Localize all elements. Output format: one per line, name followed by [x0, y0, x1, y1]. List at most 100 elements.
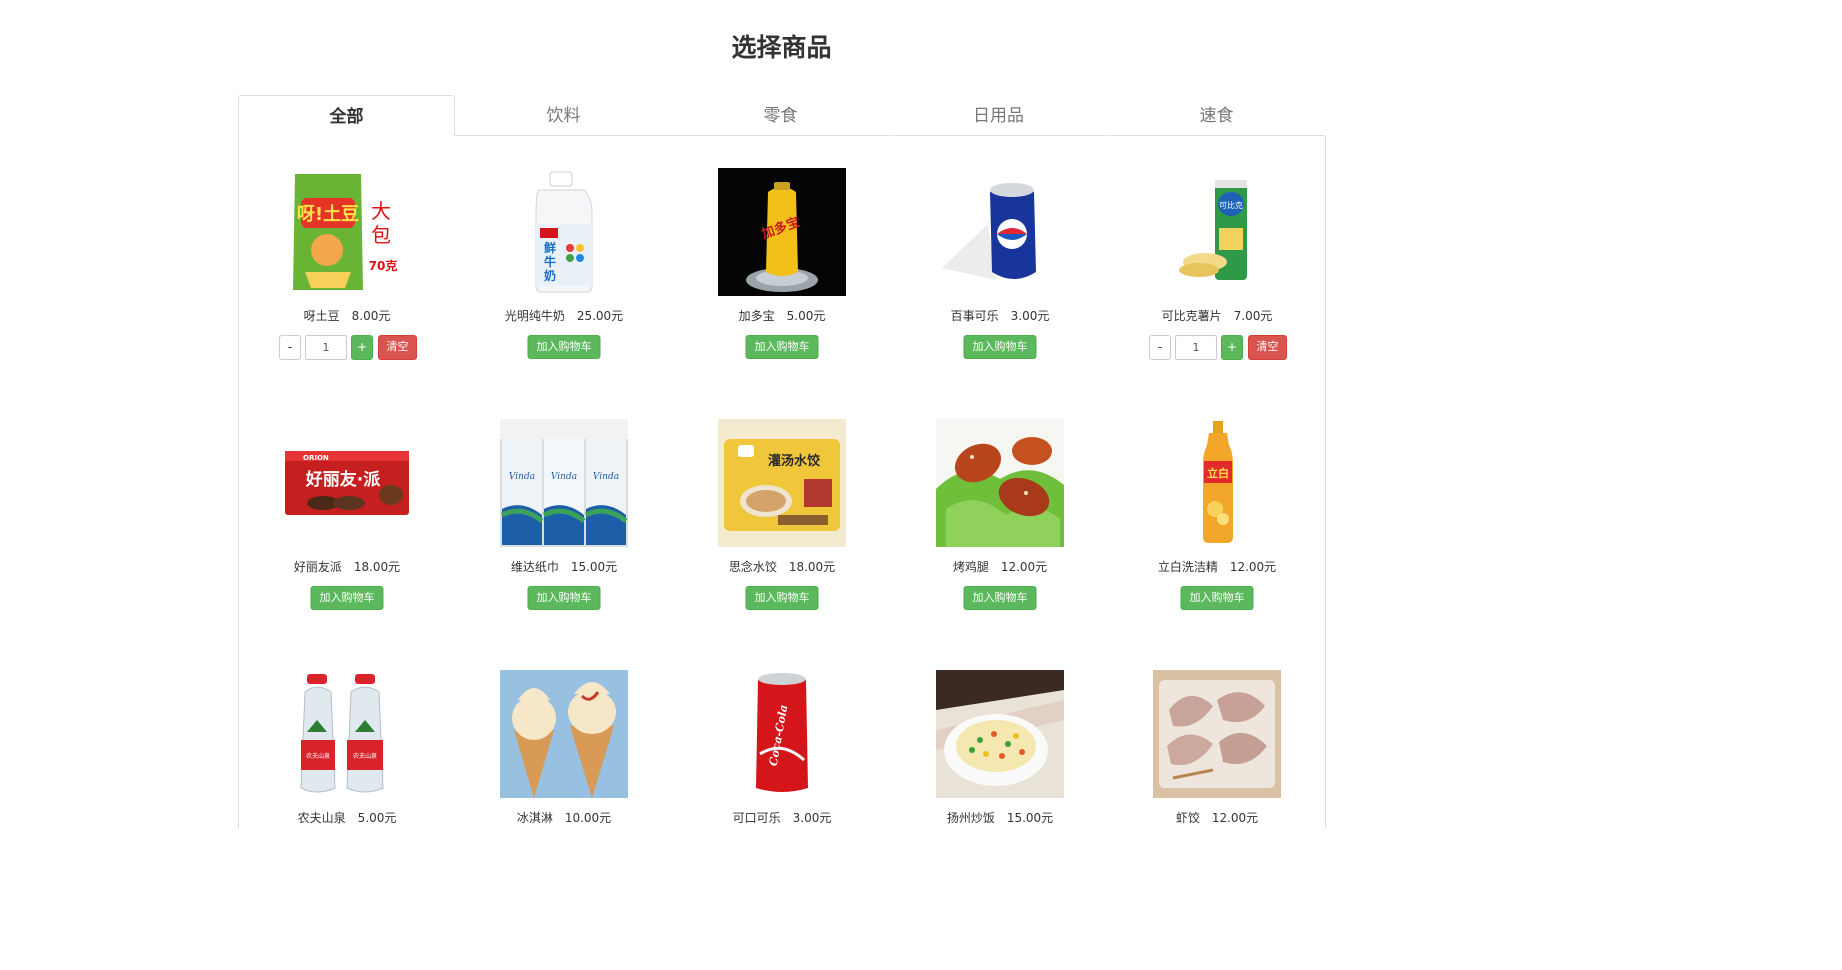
product-image-snack-bag[interactable]: 呀!土豆 大 包 70克 [283, 168, 411, 296]
add-to-cart-button[interactable]: 加入购物车 [745, 586, 819, 610]
add-to-cart-button[interactable]: 加入购物车 [963, 586, 1037, 610]
tab-all[interactable]: 全部 [238, 95, 455, 136]
product-name: 立白洗洁精 [1157, 560, 1218, 574]
product-price: 18.00元 [788, 560, 836, 574]
product-price: 8.00元 [351, 309, 391, 323]
decrease-button[interactable]: - [1149, 335, 1171, 360]
tab-drinks[interactable]: 饮料 [455, 95, 672, 136]
dumpling-bag-icon: 灌汤水饺 [718, 419, 846, 547]
increase-button[interactable]: + [1221, 335, 1243, 360]
product-caption: 呀土豆 8.00元 [239, 307, 455, 324]
tissue-pack-icon: Vinda Vinda Vinda [500, 419, 628, 547]
add-to-cart-button[interactable]: 加入购物车 [310, 586, 384, 610]
milk-jug-icon: 鲜 牛 奶 [500, 168, 628, 296]
water-bottle-icon: 农夫山泉 农夫山泉 [283, 670, 411, 798]
add-to-cart-button[interactable]: 加入购物车 [963, 335, 1037, 359]
product-price: 25.00元 [576, 309, 624, 323]
product-image-chips[interactable]: 可比克 [1153, 168, 1281, 296]
product-caption: 可口可乐 3.00元 [674, 809, 890, 826]
product-image-ice-cream[interactable] [500, 670, 628, 798]
svg-text:奶: 奶 [544, 268, 556, 283]
product-image-milk[interactable]: 鲜 牛 奶 [500, 168, 628, 296]
product-name: 光明纯牛奶 [504, 309, 565, 323]
category-tabs: 全部 饮料 零食 日用品 速食 [238, 95, 1326, 136]
decrease-button[interactable]: - [279, 335, 301, 360]
product-caption: 光明纯牛奶 25.00元 [456, 307, 672, 324]
svg-text:Vinda: Vinda [551, 472, 577, 482]
tab-snacks[interactable]: 零食 [672, 95, 889, 136]
product-card: Vinda Vinda Vinda 维达纸巾 15.00元 加入购物车 [456, 419, 672, 659]
product-card: 冰淇淋 10.00元 [456, 670, 672, 828]
svg-text:大: 大 [371, 199, 391, 223]
chips-tube-icon: 可比克 [1153, 168, 1281, 296]
svg-text:ORION: ORION [303, 454, 329, 462]
add-to-cart-button[interactable]: 加入购物车 [1180, 586, 1254, 610]
product-caption: 好丽友派 18.00元 [239, 558, 455, 575]
product-image-tissue[interactable]: Vinda Vinda Vinda [500, 419, 628, 547]
fried-rice-icon [936, 670, 1064, 798]
herbal-tea-can-icon: 加多宝 [718, 168, 846, 296]
svg-text:立白: 立白 [1207, 466, 1229, 480]
tab-fast-food[interactable]: 速食 [1108, 95, 1325, 136]
product-name: 好丽友派 [293, 560, 342, 574]
product-price: 15.00元 [1006, 811, 1054, 825]
add-to-cart-button[interactable]: 加入购物车 [745, 335, 819, 359]
page-title: 选择商品 [731, 33, 832, 62]
product-image-chicken-leg[interactable] [936, 419, 1064, 547]
add-to-cart-button[interactable]: 加入购物车 [527, 335, 601, 359]
product-image-herbal-tea[interactable]: 加多宝 [718, 168, 846, 296]
product-panel: 呀!土豆 大 包 70克 呀土豆 8.00元 - + 清空 [238, 136, 1326, 828]
quantity-input[interactable] [1175, 335, 1217, 360]
tab-daily-goods[interactable]: 日用品 [890, 95, 1107, 136]
pepsi-can-icon [936, 168, 1064, 296]
product-image-choco-pie[interactable]: ORION 好丽友·派 [283, 419, 411, 547]
product-caption: 思念水饺 18.00元 [674, 558, 890, 575]
product-card: 虾饺 12.00元 [1109, 670, 1325, 828]
svg-text:牛: 牛 [544, 254, 556, 269]
product-image-dumpling[interactable]: 灌汤水饺 [718, 419, 846, 547]
choco-pie-box-icon: ORION 好丽友·派 [283, 419, 411, 547]
product-card: 鲜 牛 奶 光明纯牛奶 25.00元 加入购物车 [456, 168, 672, 408]
product-card: 立白 立白洗洁精 12.00元 加入购物车 [1109, 419, 1325, 659]
product-image-water[interactable]: 农夫山泉 农夫山泉 [283, 670, 411, 798]
add-to-cart-button[interactable]: 加入购物车 [527, 586, 601, 610]
product-name: 虾饺 [1175, 811, 1200, 825]
product-image-coke[interactable]: Coca-Cola [718, 670, 846, 798]
clear-button[interactable]: 清空 [378, 335, 417, 360]
product-caption: 扬州炒饭 15.00元 [892, 809, 1108, 826]
product-name: 扬州炒饭 [946, 811, 995, 825]
product-price: 5.00元 [786, 309, 826, 323]
product-caption: 冰淇淋 10.00元 [456, 809, 672, 826]
svg-text:Vinda: Vinda [509, 472, 535, 482]
product-card: 呀!土豆 大 包 70克 呀土豆 8.00元 - + 清空 [239, 168, 455, 408]
product-image-fried-rice[interactable] [936, 670, 1064, 798]
increase-button[interactable]: + [351, 335, 373, 360]
product-card: 加多宝 加多宝 5.00元 加入购物车 [674, 168, 890, 408]
product-image-pepsi[interactable] [936, 168, 1064, 296]
product-card: Coca-Cola 可口可乐 3.00元 [674, 670, 890, 828]
product-card: 烤鸡腿 12.00元 加入购物车 [892, 419, 1108, 659]
product-card: ORION 好丽友·派 好丽友派 18.00元 加入购物车 [239, 419, 455, 659]
product-caption: 虾饺 12.00元 [1109, 809, 1325, 826]
quantity-stepper: - + 清空 [1149, 335, 1289, 360]
product-price: 5.00元 [357, 811, 397, 825]
svg-text:呀!土豆: 呀!土豆 [297, 204, 359, 225]
clear-button[interactable]: 清空 [1248, 335, 1287, 360]
product-caption: 维达纸巾 15.00元 [456, 558, 672, 575]
product-name: 加多宝 [738, 309, 775, 323]
product-caption: 百事可乐 3.00元 [892, 307, 1108, 324]
svg-text:灌汤水饺: 灌汤水饺 [768, 453, 821, 469]
product-name: 可口可乐 [732, 811, 781, 825]
product-name: 农夫山泉 [297, 811, 346, 825]
shrimp-dumpling-icon [1153, 670, 1281, 798]
product-card: 百事可乐 3.00元 加入购物车 [892, 168, 1108, 408]
svg-text:农夫山泉: 农夫山泉 [306, 752, 330, 760]
product-name: 烤鸡腿 [952, 560, 989, 574]
product-image-detergent[interactable]: 立白 [1153, 419, 1281, 547]
product-price: 15.00元 [570, 560, 618, 574]
product-image-shrimp-dumpling[interactable] [1153, 670, 1281, 798]
product-caption: 加多宝 5.00元 [674, 307, 890, 324]
product-name: 可比克薯片 [1161, 309, 1222, 323]
quantity-input[interactable] [305, 335, 347, 360]
product-caption: 立白洗洁精 12.00元 [1109, 558, 1325, 575]
